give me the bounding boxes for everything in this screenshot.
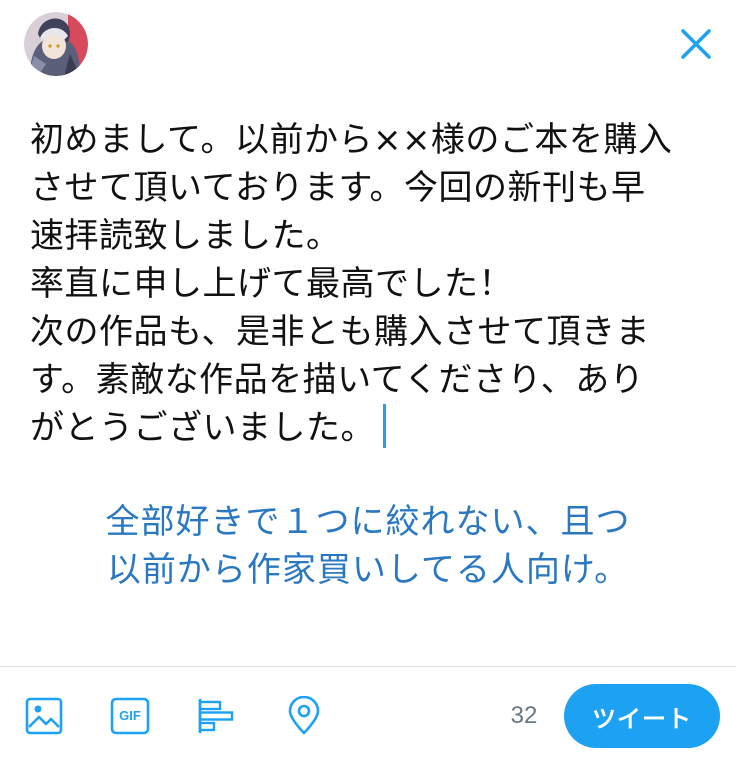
toolbar-divider	[0, 666, 736, 667]
image-icon	[25, 697, 63, 735]
annotation-line: 以前から作家買いしてる人向け。	[106, 550, 630, 590]
close-button[interactable]	[672, 20, 720, 68]
gif-label: GIF	[119, 708, 141, 723]
add-gif-button[interactable]: GIF	[110, 696, 150, 736]
compose-line: 速拝読致しました。	[30, 216, 341, 256]
tweet-button[interactable]: ツイート	[564, 684, 720, 748]
avatar-image	[24, 12, 88, 76]
compose-line: 率直に申し上げて最高でした！	[30, 264, 513, 304]
annotation-caption: 全部好きで１つに絞れない、且つ 以前から作家買いしてる人向け。	[0, 498, 736, 594]
location-icon	[288, 696, 320, 735]
compose-line: す。素敵な作品を描いてくださり、あり	[30, 360, 645, 400]
compose-line: させて頂いております。今回の新刊も早	[30, 168, 646, 208]
user-avatar[interactable]	[24, 12, 88, 76]
add-location-button[interactable]	[284, 696, 324, 736]
compose-line-last: がとうございました。	[30, 404, 720, 452]
poll-icon	[198, 699, 234, 733]
annotation-line: 全部好きで１つに絞れない、且つ	[105, 502, 631, 542]
compose-line-text: がとうございました。	[30, 408, 375, 448]
compose-line: 初めまして。以前から××様のご本を購入	[30, 120, 673, 160]
compose-line: 次の作品も、是非とも購入させて頂きま	[30, 312, 650, 352]
close-icon	[681, 29, 711, 59]
tweet-compose-textarea[interactable]: 初めまして。以前から××様のご本を購入 させて頂いております。今回の新刊も早 速…	[30, 116, 720, 452]
add-poll-button[interactable]	[196, 696, 236, 736]
text-caret	[383, 404, 386, 448]
add-image-button[interactable]	[24, 696, 64, 736]
character-count: 32	[510, 702, 538, 729]
